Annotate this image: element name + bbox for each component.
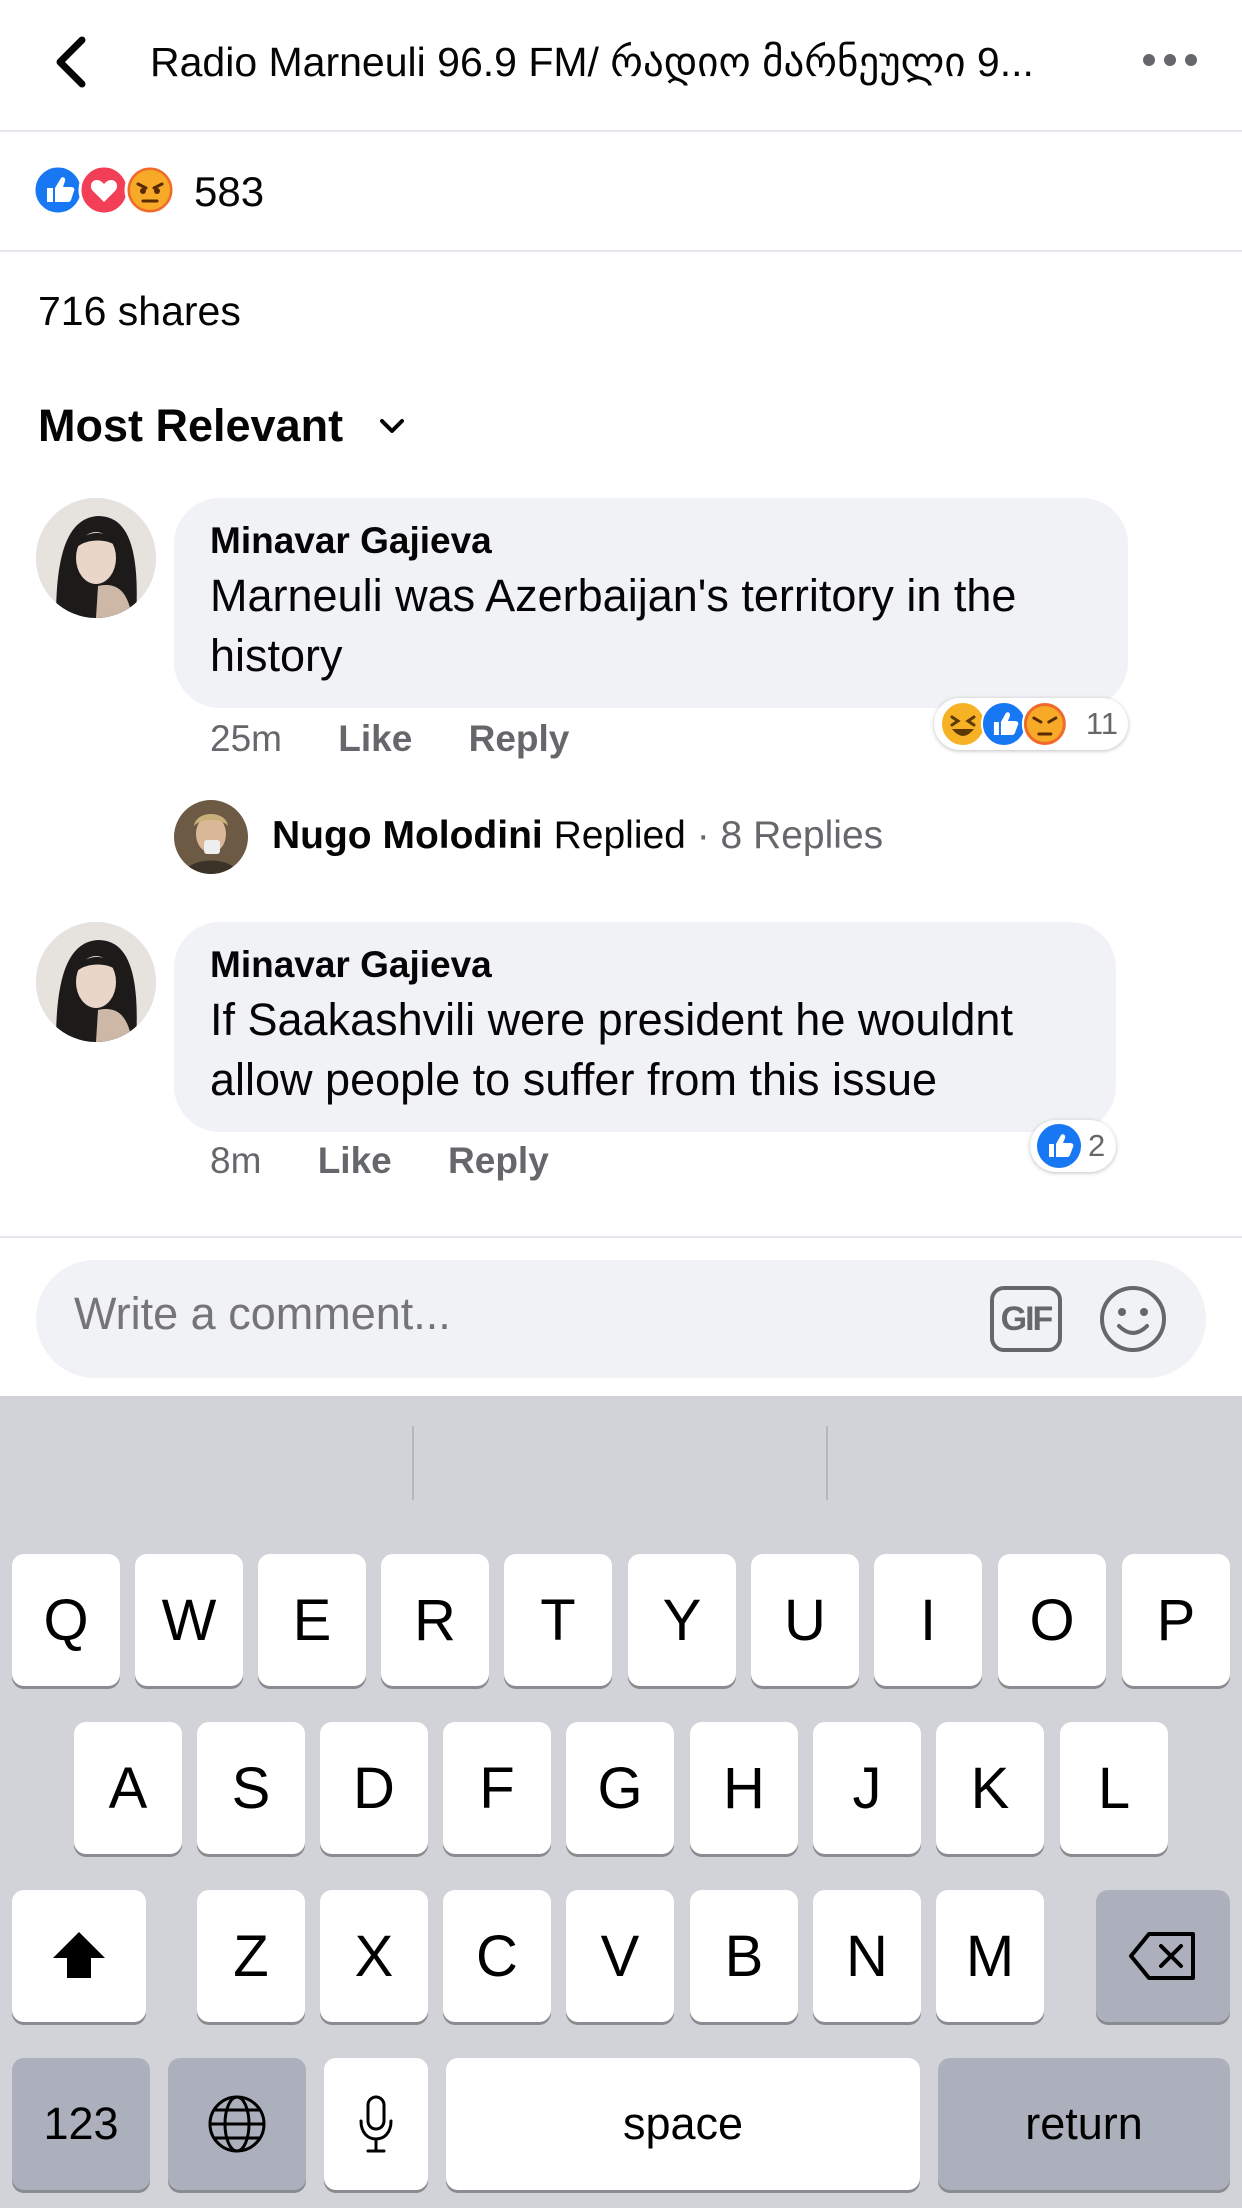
reactions-summary[interactable]: 583 <box>0 134 1242 252</box>
like-reaction-icon <box>980 701 1027 747</box>
comment-reactions-badge[interactable]: 11 <box>934 698 1128 750</box>
dictation-key[interactable] <box>324 2058 428 2190</box>
comment-composer: GIF <box>0 1236 1242 1396</box>
avatar <box>174 800 248 874</box>
key-k[interactable]: K <box>936 1722 1044 1854</box>
smiley-icon <box>1100 1286 1166 1352</box>
suggestion-divider <box>412 1426 414 1500</box>
key-q[interactable]: Q <box>12 1554 120 1686</box>
key-h[interactable]: H <box>690 1722 798 1854</box>
comment-reaction-count: 2 <box>1088 1128 1106 1163</box>
key-u[interactable]: U <box>751 1554 859 1686</box>
comment-actions: 8m Like Reply <box>210 1140 595 1182</box>
angry-reaction-icon <box>1021 701 1068 747</box>
comment-author[interactable]: Minavar Gajieva <box>210 520 1092 562</box>
like-reaction-icon <box>1037 1124 1081 1168</box>
comment-actions: 25m Like Reply <box>210 718 615 760</box>
reply-button[interactable]: Reply <box>448 1140 549 1182</box>
backspace-icon <box>1129 1932 1195 1980</box>
key-w[interactable]: W <box>135 1554 243 1686</box>
key-d[interactable]: D <box>320 1722 428 1854</box>
replies-summary-text: Nugo Molodini Replied · 8 Replies <box>272 814 883 858</box>
key-g[interactable]: G <box>566 1722 674 1854</box>
sort-label: Most Relevant <box>38 400 344 451</box>
comment-input-pill[interactable]: GIF <box>36 1260 1206 1378</box>
key-c[interactable]: C <box>443 1890 551 2022</box>
comment-reactions-badge[interactable]: 2 <box>1030 1120 1116 1172</box>
key-m[interactable]: M <box>936 1890 1044 2022</box>
key-p[interactable]: P <box>1122 1554 1230 1686</box>
comment-time: 8m <box>210 1140 262 1181</box>
key-l[interactable]: L <box>1060 1722 1168 1854</box>
more-horizontal-icon <box>1143 54 1197 66</box>
reply-button[interactable]: Reply <box>469 718 570 760</box>
avatar[interactable] <box>36 922 156 1042</box>
sort-dropdown[interactable]: Most Relevant <box>38 400 408 460</box>
shift-key[interactable] <box>12 1890 146 2022</box>
comment-bubble[interactable]: Minavar Gajieva Marneuli was Azerbaijan'… <box>174 498 1128 708</box>
key-a[interactable]: A <box>74 1722 182 1854</box>
shares-count[interactable]: 716 shares <box>38 288 241 335</box>
globe-icon <box>208 2095 266 2153</box>
back-button[interactable] <box>44 30 100 94</box>
chevron-down-icon <box>379 419 404 433</box>
emoji-button[interactable] <box>1098 1284 1168 1354</box>
key-f[interactable]: F <box>443 1722 551 1854</box>
comment-input[interactable] <box>74 1288 974 1340</box>
return-key[interactable]: return <box>938 2058 1230 2190</box>
space-key[interactable]: space <box>446 2058 920 2190</box>
key-y[interactable]: Y <box>628 1554 736 1686</box>
replied-label: Replied <box>553 814 686 857</box>
keyboard: Q W E R T Y U I O P A S D F G H J K L Z … <box>0 1396 1242 2208</box>
haha-reaction-icon <box>940 701 986 747</box>
gif-button[interactable]: GIF <box>990 1286 1062 1352</box>
chevron-left-icon <box>56 36 86 88</box>
reaction-icons <box>34 164 176 216</box>
like-button[interactable]: Like <box>318 1140 392 1182</box>
delete-key[interactable] <box>1096 1890 1230 2022</box>
comment-time: 25m <box>210 718 282 759</box>
key-b[interactable]: B <box>690 1890 798 2022</box>
page-title: Radio Marneuli 96.9 FM/ რადიო მარნეული 9… <box>150 39 1034 85</box>
microphone-icon <box>359 2095 393 2153</box>
avatar-photo <box>36 498 156 618</box>
numbers-key[interactable]: 123 <box>12 2058 150 2190</box>
more-button[interactable] <box>1140 40 1200 80</box>
comment-reaction-icons <box>940 701 1068 747</box>
shift-icon <box>53 1932 105 1978</box>
comment-text: If Saakashvili were president he wouldnt… <box>210 994 1013 1105</box>
comment-reaction-count: 11 <box>1085 706 1118 741</box>
globe-key[interactable] <box>168 2058 306 2190</box>
key-e[interactable]: E <box>258 1554 366 1686</box>
avatar[interactable] <box>36 498 156 618</box>
comment-author[interactable]: Minavar Gajieva <box>210 944 1080 986</box>
key-r[interactable]: R <box>381 1554 489 1686</box>
suggestion-divider <box>826 1426 828 1500</box>
replier-name: Nugo Molodini <box>272 814 543 857</box>
reaction-count: 583 <box>194 168 265 215</box>
avatar-photo <box>174 800 248 874</box>
key-j[interactable]: J <box>813 1722 921 1854</box>
key-s[interactable]: S <box>197 1722 305 1854</box>
like-reaction-icon <box>34 164 84 216</box>
comment-bubble[interactable]: Minavar Gajieva If Saakashvili were pres… <box>174 922 1116 1132</box>
key-t[interactable]: T <box>504 1554 612 1686</box>
like-button[interactable]: Like <box>338 718 412 760</box>
key-x[interactable]: X <box>320 1890 428 2022</box>
top-bar: Radio Marneuli 96.9 FM/ რადიო მარნეული 9… <box>0 0 1242 132</box>
comment-text: Marneuli was Azerbaijan's territory in t… <box>210 570 1017 681</box>
key-n[interactable]: N <box>813 1890 921 2022</box>
key-v[interactable]: V <box>566 1890 674 2022</box>
key-i[interactable]: I <box>874 1554 982 1686</box>
angry-reaction-icon <box>124 164 176 216</box>
replies-count: · 8 Replies <box>696 814 884 857</box>
key-z[interactable]: Z <box>197 1890 305 2022</box>
key-o[interactable]: O <box>998 1554 1106 1686</box>
avatar-photo <box>36 922 156 1042</box>
love-reaction-icon <box>78 164 130 216</box>
